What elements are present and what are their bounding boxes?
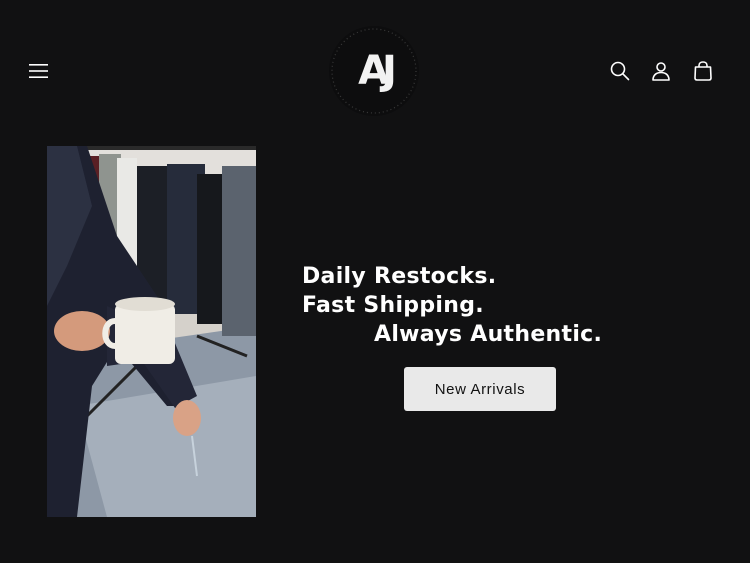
user-icon[interactable] (646, 56, 676, 86)
new-arrivals-button[interactable]: New Arrivals (404, 367, 556, 411)
hero-photo (47, 146, 256, 517)
logo-text: AJ (358, 48, 397, 94)
shopping-bag-icon[interactable] (688, 56, 718, 86)
hamburger-menu-icon[interactable] (24, 56, 54, 86)
hero-headline: Daily Restocks. Fast Shipping. Always Au… (302, 262, 632, 349)
search-icon[interactable] (605, 56, 635, 86)
site-header: AJ (0, 0, 750, 140)
headline-line-3: Always Authentic. (374, 322, 603, 347)
headline-line-1: Daily Restocks. (302, 264, 497, 289)
headline-line-2: Fast Shipping. (302, 293, 484, 318)
store-logo[interactable]: AJ (329, 26, 419, 116)
